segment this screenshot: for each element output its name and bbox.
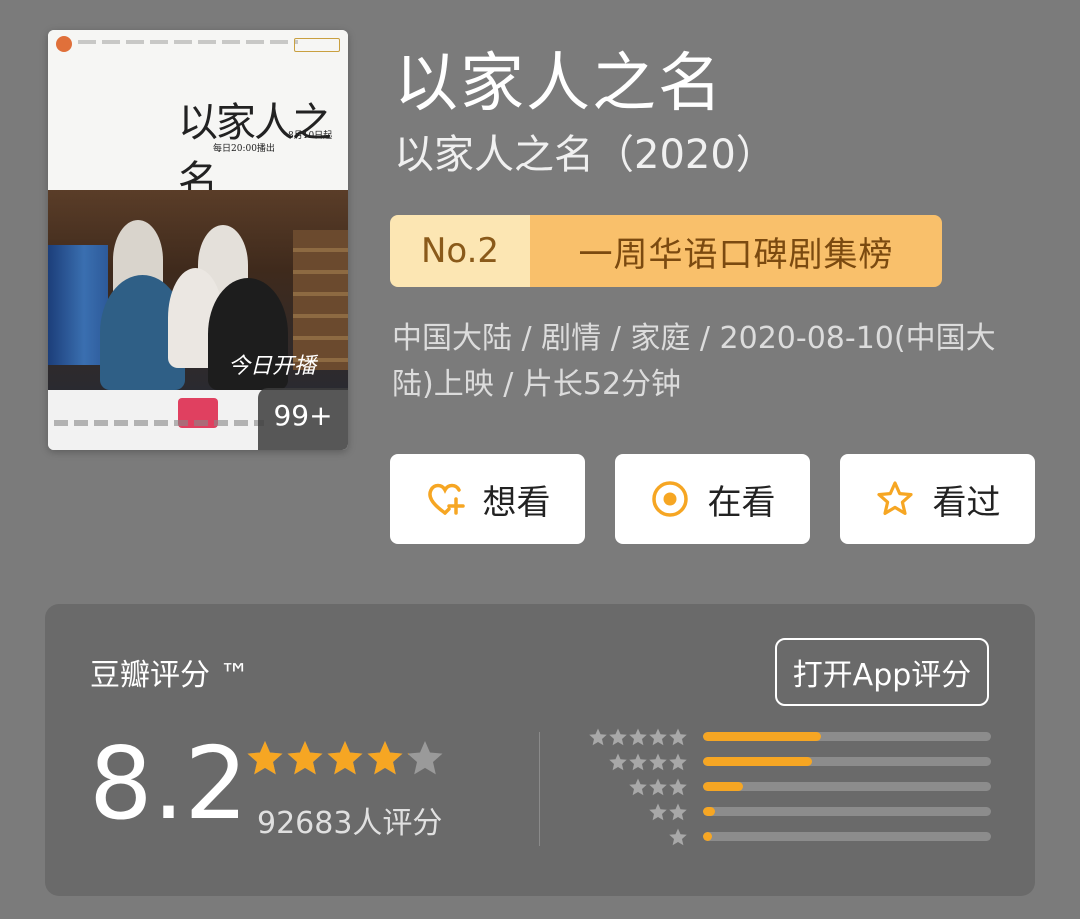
distribution-row [45,803,1035,823]
distribution-star-icon [609,728,627,746]
distribution-star-icon [589,728,607,746]
distribution-stars [668,827,688,847]
distribution-star-icon [649,778,667,796]
distribution-bar [703,782,991,791]
heart-plus-icon [427,483,465,515]
distribution-bar-fill [703,807,715,816]
distribution-star-icon [669,728,687,746]
distribution-star-icon [649,728,667,746]
distribution-star-icon [629,753,647,771]
distribution-bar-fill [703,832,712,841]
distribution-stars [588,727,688,747]
distribution-bar-fill [703,757,813,766]
poster-credits [78,40,298,44]
distribution-star-icon [649,803,667,821]
want-label: 想看 [482,482,551,523]
page-title: 以家人之名 [394,47,724,121]
rank-list-name: 一周华语口碑剧集榜 [530,215,942,287]
distribution-bar-fill [703,732,822,741]
poster-count-badge: 99+ [258,388,348,450]
poster-image[interactable]: 以家人之名 8月10日起 每日20:00播出 今日开播 [48,30,348,450]
distribution-bar [703,732,991,741]
want-button[interactable]: 想看 [390,454,585,544]
poster-overlay-script: 今日开播 [228,354,317,379]
poster-sponsors [54,420,264,426]
distribution-row [45,778,1035,798]
poster-release-note: 8月10日起 [288,131,333,141]
watched-label: 看过 [932,482,1001,523]
watched-button[interactable]: 看过 [840,454,1035,544]
distribution-stars [608,752,688,772]
distribution-stars [648,802,688,822]
rank-number: No.2 [390,215,530,287]
page-subtitle: 以家人之名（2020） [394,132,776,178]
watching-button[interactable]: 在看 [615,454,810,544]
distribution-bar [703,832,991,841]
distribution-star-icon [669,828,687,846]
rating-card: 豆瓣评分 ™ 打开App评分 8.2 92683人评分 [45,604,1035,896]
distribution-star-icon [669,778,687,796]
distribution-star-icon [629,778,647,796]
distribution-star-icon [669,753,687,771]
open-app-rate-button[interactable]: 打开App评分 [775,638,989,706]
distribution-stars [628,777,688,797]
distribution-row [45,753,1035,773]
poster-shelf-left [48,245,108,365]
distribution-bar-fill [703,782,744,791]
distribution-row [45,728,1035,748]
rank-banner[interactable]: No.2 一周华语口碑剧集榜 [390,215,942,287]
poster-badge [294,38,340,52]
distribution-bar [703,807,991,816]
distribution-star-icon [609,753,627,771]
star-outline-icon [876,481,913,515]
distribution-star-icon [629,728,647,746]
poster-header-area: 以家人之名 8月10日起 每日20:00播出 [48,30,348,204]
distribution-bar [703,757,991,766]
channel-logo [56,36,72,52]
meta-info: 中国大陆 / 剧情 / 家庭 / 2020-08-10(中国大陆)上映 / 片长… [392,321,996,402]
watching-label: 在看 [707,482,776,523]
poster-airtime-note: 每日20:00播出 [213,144,275,154]
target-icon [651,481,688,517]
rating-brand: 豆瓣评分 ™ [90,658,250,693]
distribution-row [45,828,1035,848]
distribution-star-icon [649,753,667,771]
distribution-star-icon [669,803,687,821]
